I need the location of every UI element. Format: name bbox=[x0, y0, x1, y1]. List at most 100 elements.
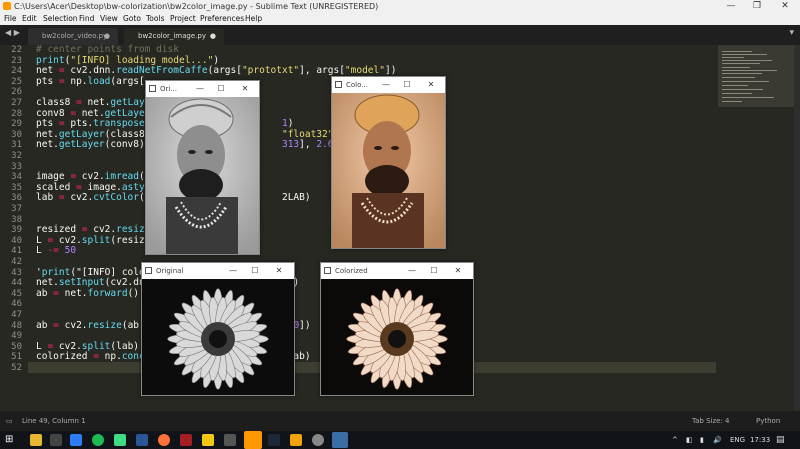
line-number: 32 bbox=[11, 151, 22, 161]
code-line[interactable]: # center points from disk bbox=[36, 44, 179, 55]
code-line[interactable]: scaled = image.astyp bbox=[36, 182, 150, 193]
line-number: 50 bbox=[11, 341, 22, 352]
menu-preferences[interactable]: Preferences bbox=[200, 13, 244, 25]
menu-file[interactable]: File bbox=[4, 13, 17, 25]
minimize-button[interactable]: — bbox=[224, 263, 242, 279]
maximize-button[interactable]: ☐ bbox=[246, 263, 264, 279]
steam-icon[interactable] bbox=[268, 434, 280, 446]
line-number: 29 bbox=[11, 119, 22, 130]
code-line[interactable]: class8 = net.getLaye bbox=[36, 97, 150, 108]
window-title: Colorized bbox=[335, 267, 368, 275]
tab-bw2color-image[interactable]: bw2color_image.py ● bbox=[124, 28, 224, 45]
menu-selection[interactable]: Selection bbox=[43, 13, 78, 25]
window-titlebar: Colo... — ☐ ✕ bbox=[332, 77, 445, 93]
line-number: 49 bbox=[11, 331, 22, 342]
minimize-button[interactable]: — bbox=[718, 0, 744, 13]
tab-bw2color-video[interactable]: bw2color_video.py ● bbox=[28, 28, 118, 45]
maximize-button[interactable]: ❐ bbox=[744, 0, 770, 13]
line-number-gutter: 22 23 24 25 26 27 28 29 30 31 32 33 34 35 36 37 38 39 40 41… bbox=[0, 45, 28, 411]
android-icon[interactable] bbox=[114, 434, 126, 446]
window-title: C:\Users\Acer\Desktop\bw-colorization\bw… bbox=[14, 2, 379, 11]
app-icon[interactable] bbox=[224, 434, 236, 446]
tab-label: bw2color_video.py bbox=[42, 32, 108, 40]
close-button[interactable]: ✕ bbox=[772, 0, 798, 13]
menu-view[interactable]: View bbox=[100, 13, 118, 25]
vertical-scrollbar[interactable] bbox=[794, 45, 800, 411]
speaker-icon[interactable]: 🔊 bbox=[713, 431, 722, 449]
tab-close-icon[interactable]: ● bbox=[210, 28, 216, 45]
settings-icon[interactable] bbox=[312, 434, 324, 446]
line-number: 28 bbox=[11, 108, 22, 119]
window-titlebar: Colorized — ☐ ✕ bbox=[321, 263, 473, 279]
menu-goto[interactable]: Goto bbox=[123, 13, 141, 25]
app-icon[interactable] bbox=[136, 434, 148, 446]
app-icon[interactable] bbox=[202, 434, 214, 446]
code-line[interactable]: net = cv2.dnn.readNetFromCaffe(args["pro… bbox=[36, 65, 396, 76]
window-original-portrait[interactable]: Ori... — ☐ ✕ bbox=[145, 80, 260, 255]
tab-bar: ◀ ▶ bw2color_video.py ● bw2color_image.p… bbox=[0, 25, 800, 45]
close-button[interactable]: ✕ bbox=[422, 77, 440, 93]
code-line[interactable]: pts = np.load(args[ bbox=[36, 76, 145, 87]
window-colorized-portrait[interactable]: Colo... — ☐ ✕ bbox=[331, 76, 446, 249]
spotify-icon[interactable] bbox=[92, 434, 104, 446]
code-line[interactable]: image = cv2.imread(a bbox=[36, 171, 150, 182]
tab-nav-arrows-icon[interactable]: ◀ ▶ bbox=[5, 28, 20, 37]
windows-taskbar: ⊞ ^ ◧ ▮ 🔊 ENG 17:33 ▤ bbox=[0, 431, 800, 449]
line-number: 42 bbox=[11, 257, 22, 267]
menu-tools[interactable]: Tools bbox=[146, 13, 164, 25]
code-line[interactable]: ab = net.forward()[ bbox=[36, 288, 145, 299]
code-line[interactable]: conv8 = net.getLayer bbox=[36, 108, 150, 119]
code-line[interactable]: L = cv2.split(lab)[ bbox=[36, 341, 145, 352]
firefox-icon[interactable] bbox=[158, 434, 170, 446]
line-number: 40 bbox=[11, 235, 22, 246]
close-button[interactable]: ✕ bbox=[270, 263, 288, 279]
clock[interactable]: 17:33 bbox=[750, 431, 770, 449]
tab-close-icon[interactable]: ● bbox=[104, 28, 110, 45]
tab-size[interactable]: Tab Size: 4 bbox=[692, 411, 729, 431]
tray-icon[interactable]: ◧ bbox=[686, 431, 693, 449]
terminal-icon[interactable] bbox=[50, 434, 62, 446]
minimap[interactable] bbox=[716, 45, 800, 411]
minimize-button[interactable]: — bbox=[377, 77, 395, 93]
file-explorer-icon[interactable] bbox=[30, 434, 42, 446]
minimize-button[interactable]: — bbox=[191, 81, 209, 97]
code-line[interactable]: print("[INFO] loading model...") bbox=[36, 55, 219, 66]
menu-edit[interactable]: Edit bbox=[22, 13, 37, 25]
status-icon[interactable]: ▭ bbox=[6, 411, 13, 431]
menu-project[interactable]: Project bbox=[170, 13, 196, 25]
python-window-icon[interactable] bbox=[332, 432, 348, 448]
maximize-button[interactable]: ☐ bbox=[212, 81, 230, 97]
maximize-button[interactable]: ☐ bbox=[398, 77, 416, 93]
menu-help[interactable]: Help bbox=[245, 13, 262, 25]
tray-arrow-icon[interactable]: ^ bbox=[672, 431, 678, 449]
minimize-button[interactable]: — bbox=[403, 263, 421, 279]
start-icon[interactable]: ⊞ bbox=[5, 434, 17, 446]
code-line[interactable]: resized = cv2.resize bbox=[36, 224, 150, 235]
code-line[interactable]: L -= 50 bbox=[36, 245, 76, 256]
store-icon[interactable] bbox=[290, 434, 302, 446]
close-button[interactable]: ✕ bbox=[449, 263, 467, 279]
maximize-button[interactable]: ☐ bbox=[425, 263, 443, 279]
window-colorized-sunflower[interactable]: Colorized — ☐ ✕ bbox=[320, 262, 474, 396]
line-number: 46 bbox=[11, 299, 22, 310]
window-icon bbox=[149, 85, 156, 92]
line-number: 24 bbox=[11, 66, 22, 77]
menu-find[interactable]: Find bbox=[79, 13, 94, 25]
code-line[interactable]: 'print("[INFO] color bbox=[36, 267, 150, 278]
network-icon[interactable]: ▮ bbox=[700, 431, 704, 449]
notifications-icon[interactable]: ▤ bbox=[776, 431, 785, 449]
input-language[interactable]: ENG bbox=[730, 431, 745, 449]
app-icon[interactable] bbox=[180, 434, 192, 446]
line-number: 51 bbox=[11, 352, 22, 363]
syntax-mode[interactable]: Python bbox=[756, 411, 780, 431]
window-original-sunflower[interactable]: Original — ☐ ✕ bbox=[141, 262, 295, 396]
sublime-text-icon[interactable] bbox=[244, 431, 262, 449]
window-title: Original bbox=[156, 267, 184, 275]
app-icon[interactable] bbox=[70, 434, 82, 446]
cursor-position[interactable]: Line 49, Column 1 bbox=[22, 411, 86, 431]
grayscale-sunflower-image bbox=[142, 279, 294, 395]
tab-dropdown-icon[interactable]: ▾ bbox=[789, 28, 794, 38]
close-button[interactable]: ✕ bbox=[236, 81, 254, 97]
line-number: 48 bbox=[11, 320, 22, 331]
line-number: 43 bbox=[11, 267, 22, 278]
